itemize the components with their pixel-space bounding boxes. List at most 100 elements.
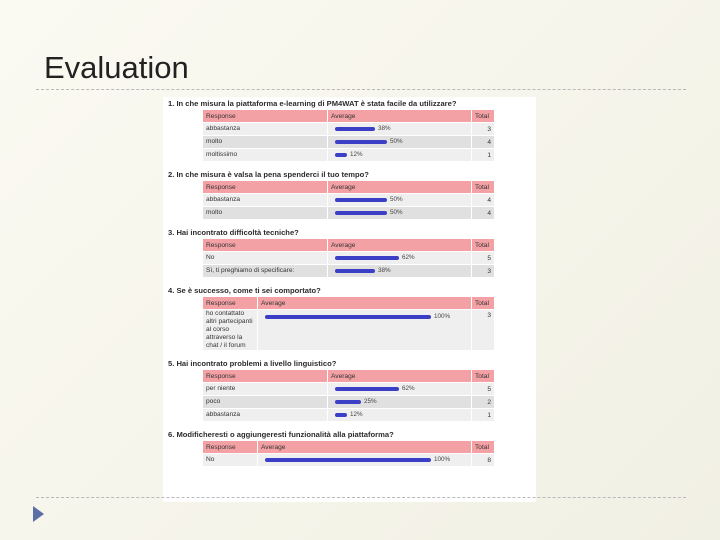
- bottom-divider: [36, 497, 686, 498]
- header-response: Response: [202, 180, 328, 194]
- average-cell: 38%: [327, 122, 472, 136]
- total-cell: 4: [471, 135, 495, 149]
- header-response: Response: [202, 238, 328, 252]
- question-title: 4. Se è successo, come ti sei comportato…: [168, 286, 321, 295]
- table-row: ho contattato altri partecipanti al cors…: [202, 309, 495, 351]
- percentage-label: 38%: [378, 125, 391, 133]
- results-table: Response Average Total per niente 62% 5 poco 25…: [202, 369, 495, 422]
- table-row: abbastanza 50% 4: [202, 193, 495, 207]
- average-cell: 50%: [327, 135, 472, 149]
- header-total: Total: [471, 369, 495, 383]
- table-row: molto 50% 4: [202, 135, 495, 149]
- header-average: Average: [257, 296, 472, 310]
- results-table: Response Average Total No 100% 8: [202, 440, 495, 467]
- header-total: Total: [471, 296, 495, 310]
- response-cell: poco: [202, 395, 328, 409]
- average-cell: 12%: [327, 408, 472, 422]
- question-block: 5. Hai incontrato problemi a livello lin…: [163, 357, 536, 428]
- table-row: abbastanza 12% 1: [202, 408, 495, 422]
- question-block: 3. Hai incontrato difficoltà tecniche? Re…: [163, 226, 536, 284]
- total-cell: 3: [471, 264, 495, 278]
- total-cell: 8: [471, 453, 495, 467]
- percentage-label: 38%: [378, 267, 391, 275]
- header-response: Response: [202, 296, 258, 310]
- question-block: 6. Modificheresti o aggiungeresti funzio…: [163, 428, 536, 473]
- total-cell: 4: [471, 193, 495, 207]
- total-cell: 1: [471, 148, 495, 162]
- slide-title: Evaluation: [44, 50, 189, 85]
- table-row: abbastanza 38% 3: [202, 122, 495, 136]
- percentage-bar: [335, 197, 387, 202]
- header-average: Average: [327, 180, 472, 194]
- percentage-label: 25%: [364, 398, 377, 406]
- header-average: Average: [327, 369, 472, 383]
- total-cell: 5: [471, 251, 495, 265]
- percentage-bar: [335, 268, 375, 273]
- header-response: Response: [202, 440, 258, 454]
- total-cell: 1: [471, 408, 495, 422]
- header-total: Total: [471, 440, 495, 454]
- response-cell: molto: [202, 206, 328, 220]
- header-total: Total: [471, 180, 495, 194]
- percentage-label: 100%: [434, 456, 451, 464]
- question-title: 6. Modificheresti o aggiungeresti funzio…: [168, 430, 394, 439]
- question-spacer: [163, 467, 536, 473]
- average-cell: 100%: [257, 309, 472, 351]
- percentage-bar: [335, 152, 347, 157]
- survey-results-image: 1. In che misura la piattaforma e-learni…: [163, 97, 536, 502]
- results-table: Response Average Total No 62% 5 Sì, ti preghia…: [202, 238, 495, 278]
- results-table: Response Average Total ho contattato altri …: [202, 296, 495, 351]
- percentage-label: 62%: [402, 385, 415, 393]
- response-cell: moltissimo: [202, 148, 328, 162]
- response-cell: molto: [202, 135, 328, 149]
- average-cell: 25%: [327, 395, 472, 409]
- percentage-bar: [335, 255, 399, 260]
- response-cell: abbastanza: [202, 122, 328, 136]
- top-divider: [36, 89, 686, 90]
- response-cell: No: [202, 251, 328, 265]
- question-title: 1. In che misura la piattaforma e-learni…: [168, 99, 457, 108]
- percentage-label: 50%: [390, 196, 403, 204]
- table-row: moltissimo 12% 1: [202, 148, 495, 162]
- percentage-bar: [335, 399, 361, 404]
- percentage-label: 50%: [390, 138, 403, 146]
- percentage-bar: [335, 126, 375, 131]
- total-cell: 2: [471, 395, 495, 409]
- results-table: Response Average Total abbastanza 50% 4 molto 5…: [202, 180, 495, 220]
- percentage-bar: [335, 139, 387, 144]
- header-response: Response: [202, 109, 328, 123]
- total-cell: 5: [471, 382, 495, 396]
- percentage-bar: [335, 386, 399, 391]
- percentage-label: 12%: [350, 411, 363, 419]
- table-row: No 62% 5: [202, 251, 495, 265]
- table-row: poco 25% 2: [202, 395, 495, 409]
- average-cell: 62%: [327, 382, 472, 396]
- total-cell: 3: [471, 309, 495, 351]
- percentage-bar: [265, 457, 431, 462]
- table-row: molto 50% 4: [202, 206, 495, 220]
- header-average: Average: [257, 440, 472, 454]
- question-title: 2. In che misura è valsa la pena spender…: [168, 170, 369, 179]
- table-row: Sì, ti preghiamo di specificare: 38% 3: [202, 264, 495, 278]
- total-cell: 4: [471, 206, 495, 220]
- question-title: 3. Hai incontrato difficoltà tecniche?: [168, 228, 299, 237]
- average-cell: 100%: [257, 453, 472, 467]
- average-cell: 50%: [327, 206, 472, 220]
- header-total: Total: [471, 109, 495, 123]
- response-cell: abbastanza: [202, 408, 328, 422]
- header-total: Total: [471, 238, 495, 252]
- percentage-label: 62%: [402, 254, 415, 262]
- response-cell: No: [202, 453, 258, 467]
- percentage-bar: [265, 314, 431, 319]
- percentage-bar: [335, 412, 347, 417]
- question-title: 5. Hai incontrato problemi a livello lin…: [168, 359, 337, 368]
- question-block: 2. In che misura è valsa la pena spender…: [163, 168, 536, 226]
- total-cell: 3: [471, 122, 495, 136]
- next-slide-arrow-icon[interactable]: [33, 506, 44, 522]
- header-response: Response: [202, 369, 328, 383]
- header-average: Average: [327, 238, 472, 252]
- percentage-label: 12%: [350, 151, 363, 159]
- question-block: 4. Se è successo, come ti sei comportato…: [163, 284, 536, 357]
- average-cell: 62%: [327, 251, 472, 265]
- question-block: 1. In che misura la piattaforma e-learni…: [163, 97, 536, 168]
